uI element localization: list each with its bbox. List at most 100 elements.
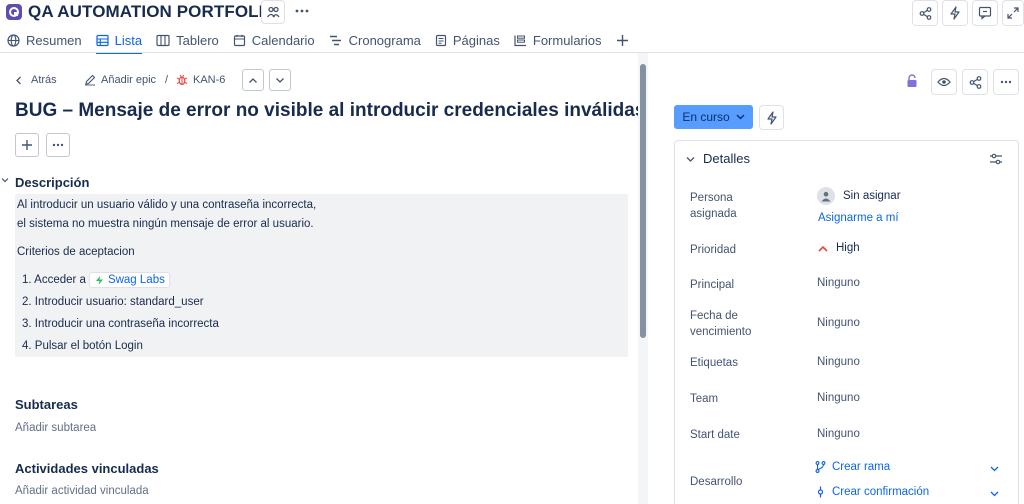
step-1: 1. Acceder a Swag Labs — [22, 272, 170, 288]
commit-icon — [817, 486, 824, 498]
automation-button[interactable] — [942, 0, 968, 26]
criteria-heading: Criterios de aceptacion — [17, 246, 135, 258]
share-button[interactable] — [912, 0, 938, 26]
more-actions-button[interactable] — [46, 133, 70, 157]
parent-value[interactable]: Ninguno — [817, 277, 860, 289]
header-divider — [0, 52, 1024, 53]
bug-icon — [176, 74, 188, 86]
ellipsis-icon — [52, 143, 64, 147]
issue-key: KAN-6 — [193, 74, 226, 86]
globe-icon — [7, 33, 20, 47]
timeline-icon — [329, 35, 341, 45]
add-epic-link[interactable]: Añadir epic — [84, 74, 156, 86]
tab-label: Cronograma — [348, 32, 421, 48]
expand-icon — [1007, 7, 1019, 19]
assignee-label: Persona asignada — [690, 192, 737, 220]
lightning-icon — [766, 110, 777, 125]
branch-icon — [815, 461, 826, 473]
tab-lista[interactable]: Lista — [89, 28, 149, 54]
create-commit-label: Crear confirmación — [832, 486, 930, 498]
step-3: 3. Introducir una contraseña incorrecta — [22, 318, 219, 330]
tab-paginas[interactable]: Páginas — [428, 28, 507, 52]
tab-tablero[interactable]: Tablero — [149, 28, 226, 52]
back-label: Atrás — [31, 74, 57, 86]
tab-cronograma[interactable]: Cronograma — [322, 28, 428, 52]
priority-high-icon — [818, 245, 828, 252]
add-subtask-link[interactable]: Añadir subtarea — [15, 422, 96, 434]
create-branch-link[interactable]: Crear rama — [815, 461, 890, 473]
board-icon — [156, 34, 170, 46]
step-1-text: 1. Acceder a — [22, 274, 86, 286]
project-title: QA AUTOMATION PORTFOLIO — [28, 2, 277, 21]
chevron-down-icon — [990, 491, 998, 497]
assign-to-me-link[interactable]: Asignarme a mí — [818, 212, 899, 224]
details-heading: Detalles — [703, 151, 750, 166]
status-label: En curso — [682, 110, 730, 124]
start-date-value[interactable]: Ninguno — [817, 428, 860, 440]
swag-labs-logo-icon — [95, 275, 103, 285]
team-label: Team — [690, 393, 719, 405]
plus-icon — [22, 140, 32, 150]
add-linked-issue-link[interactable]: Añadir actividad vinculada — [15, 485, 149, 497]
assignee-value: Sin asignar — [843, 190, 901, 202]
chevron-down-icon — [686, 157, 695, 162]
share-icon — [919, 6, 931, 20]
user-icon — [821, 191, 831, 202]
ellipsis-icon — [1000, 80, 1012, 84]
create-commit-link[interactable]: Crear confirmación — [815, 486, 929, 498]
eye-icon — [937, 77, 951, 87]
issue-title[interactable]: BUG – Mensaje de error no visible al int… — [15, 100, 645, 122]
status-dropdown[interactable]: En curso — [674, 105, 753, 129]
tab-label: Páginas — [452, 32, 500, 48]
lightning-icon — [950, 6, 960, 20]
commit-expand-chevron[interactable] — [988, 488, 1000, 500]
swag-labs-label: Swag Labs — [107, 274, 165, 286]
back-link[interactable]: Atrás — [15, 74, 57, 86]
team-value[interactable]: Ninguno — [817, 392, 860, 404]
description-line-2: el sistema no muestra ningún mensaje de … — [17, 218, 314, 230]
tab-calendario[interactable]: Calendario — [226, 28, 322, 52]
actions-lightning-button[interactable] — [759, 105, 784, 130]
issue-more-button[interactable] — [993, 69, 1019, 95]
description-line-1: Al introducir un usuario válido y una co… — [17, 199, 317, 211]
chevron-down-icon — [736, 114, 745, 120]
due-date-value[interactable]: Ninguno — [817, 317, 860, 329]
tab-label: Resumen — [26, 32, 82, 48]
issue-key-link[interactable]: KAN-6 — [176, 74, 225, 86]
previous-issue-button[interactable] — [242, 69, 264, 91]
priority-label: Prioridad — [690, 244, 737, 256]
share-issue-button[interactable] — [962, 69, 988, 95]
collapse-description-toggle[interactable] — [1, 176, 9, 184]
breadcrumb-separator: / — [165, 74, 168, 86]
restriction-lock-button[interactable] — [903, 72, 921, 90]
configure-fields-button[interactable] — [988, 151, 1004, 167]
branch-expand-chevron[interactable] — [988, 463, 1000, 475]
tab-formularios[interactable]: Formularios — [507, 28, 609, 52]
add-epic-label: Añadir epic — [101, 74, 157, 86]
collapse-details-toggle[interactable] — [686, 155, 695, 164]
tab-resumen[interactable]: Resumen — [0, 28, 89, 52]
chevron-left-icon — [16, 76, 21, 84]
add-tab-button[interactable] — [609, 28, 636, 52]
people-icon — [266, 6, 280, 18]
labels-value[interactable]: Ninguno — [817, 356, 860, 368]
add-button[interactable] — [15, 133, 39, 157]
assignee-field[interactable]: Sin asignar — [817, 187, 901, 205]
avatar — [817, 187, 835, 205]
subtasks-heading: Subtareas — [15, 397, 78, 412]
team-icon-button[interactable] — [261, 0, 285, 24]
list-icon — [96, 34, 109, 46]
expand-button[interactable] — [1002, 0, 1024, 26]
pencil-icon — [85, 74, 96, 86]
watch-button[interactable] — [931, 69, 957, 95]
more-options-icon[interactable] — [294, 3, 310, 19]
feedback-button[interactable] — [972, 0, 998, 26]
view-tabs: Resumen Lista Tablero Calendario Cronogr… — [0, 28, 636, 54]
priority-field[interactable]: High — [818, 242, 860, 254]
next-issue-button[interactable] — [269, 69, 291, 91]
tab-label: Tablero — [176, 32, 219, 48]
description-heading: Descripción — [15, 175, 90, 190]
swag-labs-link[interactable]: Swag Labs — [88, 272, 170, 288]
parent-label: Principal — [690, 279, 735, 291]
scrollbar-thumb[interactable] — [640, 64, 646, 338]
